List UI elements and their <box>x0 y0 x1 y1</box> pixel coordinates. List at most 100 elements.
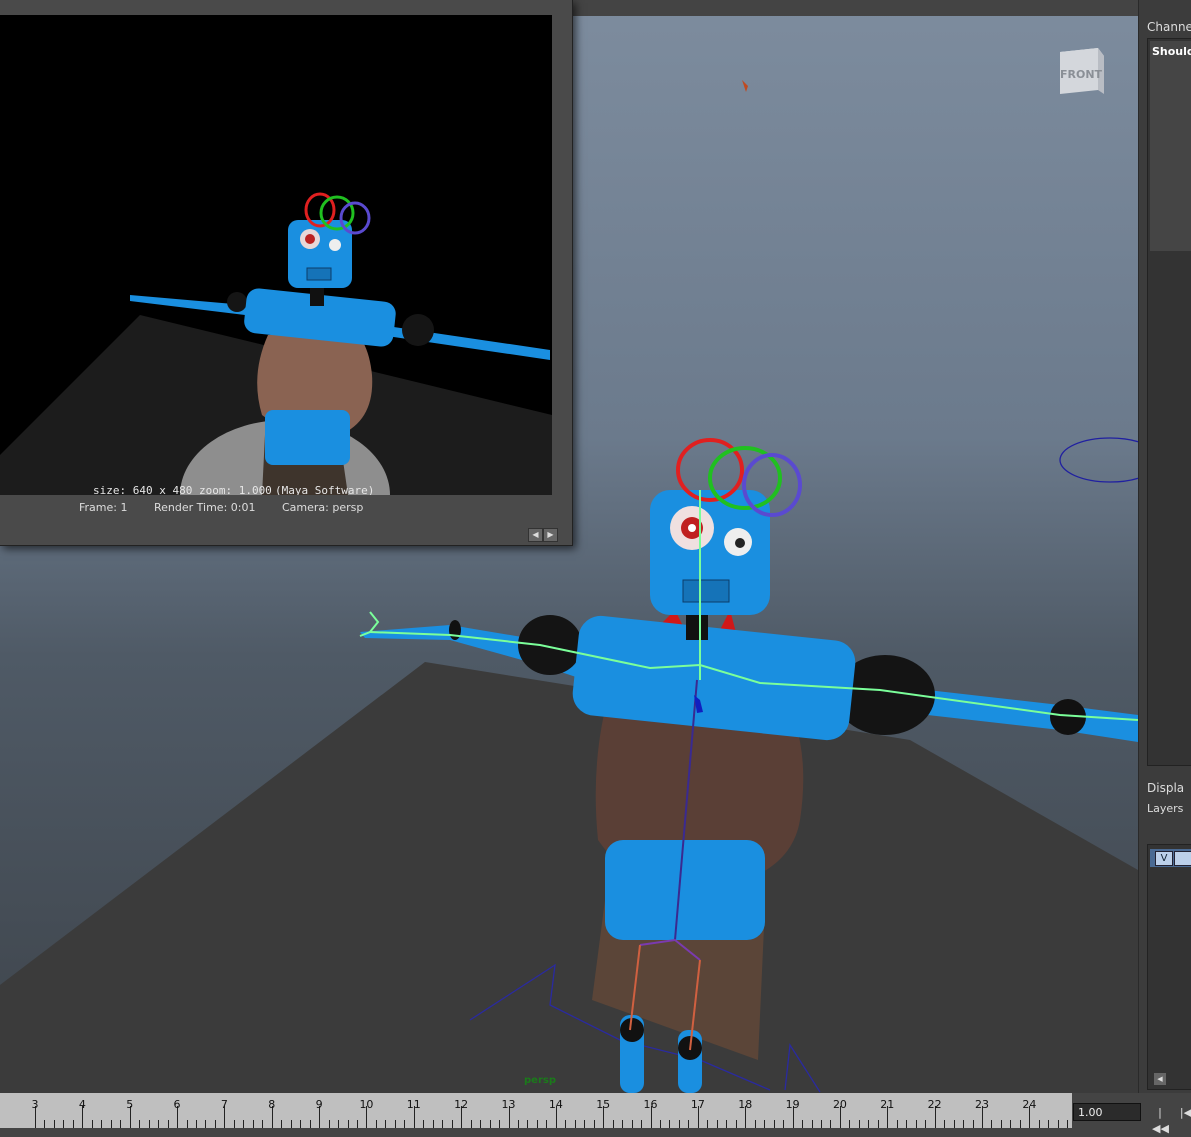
arrow-right-icon[interactable]: ▶ <box>543 528 558 542</box>
channel-box-tab[interactable]: Channe <box>1147 20 1191 34</box>
timeline-minor-tick <box>821 1120 822 1128</box>
channel-box[interactable]: Shoulde <box>1147 38 1191 766</box>
timeline-minor-tick <box>290 1120 292 1128</box>
timeline-minor-tick <box>480 1120 482 1128</box>
timeline-minor-tick <box>802 1120 804 1128</box>
timeline-minor-tick <box>660 1120 662 1128</box>
timeline-minor-tick <box>63 1120 65 1128</box>
timeline-minor-tick <box>110 1120 112 1128</box>
timeline-minor-tick <box>707 1120 709 1128</box>
timeline-tick-label: 14 <box>548 1098 563 1111</box>
timeline-tick-label: 23 <box>975 1098 989 1111</box>
timeline-minor-tick <box>546 1120 548 1128</box>
timeline-minor-tick <box>877 1120 879 1128</box>
timeline-tick-label: 24 <box>1022 1098 1037 1111</box>
timeline-minor-tick <box>896 1120 898 1128</box>
timeline-minor-tick <box>262 1120 264 1128</box>
timeline-minor-tick <box>53 1120 55 1128</box>
timeline-minor-tick <box>631 1120 633 1128</box>
timeline-minor-tick <box>243 1120 245 1128</box>
render-camera-label: Camera: persp <box>282 501 364 514</box>
layer-row[interactable]: V <box>1150 849 1191 867</box>
viewcube-icon[interactable]: FRONT <box>1054 44 1106 100</box>
timeline-minor-tick <box>375 1120 377 1128</box>
render-frame-label: Frame: 1 <box>79 501 128 514</box>
timeline-minor-tick <box>139 1120 141 1128</box>
render-view-window[interactable]: size: 640 x 480 zoom: 1.000 (Maya Softwa… <box>0 0 573 546</box>
timeline-minor-tick <box>451 1120 453 1128</box>
timeline-tick-label: 3 <box>31 1098 39 1111</box>
timeline-tick-label: 8 <box>268 1098 276 1111</box>
layer-list[interactable]: V ◀ <box>1147 844 1191 1090</box>
display-layer-tab[interactable]: Displa <box>1147 781 1191 795</box>
layers-menu[interactable]: Layers <box>1147 802 1191 815</box>
render-size-label: size: 640 x 480 zoom: 1.000 <box>93 484 272 495</box>
layer-visibility-toggle[interactable]: V <box>1155 851 1173 866</box>
timeline-minor-tick <box>972 1120 974 1128</box>
timeline-minor-tick <box>773 1120 775 1128</box>
selected-object-name[interactable]: Shoulde <box>1152 45 1191 58</box>
renderer-label: (Maya Software) <box>275 484 375 495</box>
arrow-left-icon[interactable]: ◀ <box>528 528 543 542</box>
timeline-minor-tick <box>44 1120 46 1128</box>
scroll-left-icon[interactable]: ◀ <box>1154 1073 1166 1085</box>
timeline-tick-label: 11 <box>406 1098 421 1111</box>
timeline-minor-tick <box>574 1120 576 1128</box>
timeline-minor-tick <box>612 1120 614 1128</box>
timeline-minor-tick <box>205 1120 207 1128</box>
timeline-minor-tick <box>764 1120 766 1128</box>
timeline-minor-tick <box>300 1120 302 1128</box>
channel-highlight <box>1150 41 1191 251</box>
timeline-minor-tick <box>754 1120 756 1128</box>
timeline-minor-tick <box>499 1120 501 1128</box>
step-back-icon[interactable]: |◀ <box>1178 1105 1191 1121</box>
timeline-tick-label: 6 <box>173 1098 181 1111</box>
timeline-minor-tick <box>309 1120 311 1128</box>
timeline-tick-label: 16 <box>643 1098 658 1111</box>
head-control-blue <box>742 453 802 517</box>
timeline-tick-label: 18 <box>738 1098 753 1111</box>
timeline-minor-tick <box>527 1120 529 1128</box>
timeline-minor-tick <box>953 1120 955 1128</box>
timeline-minor-tick <box>347 1120 349 1128</box>
timeline-tick-label: 15 <box>596 1098 611 1111</box>
timeline-minor-tick <box>830 1120 832 1128</box>
time-slider[interactable]: 3 4 5 6 7 8 9 10 11 12 13 14 15 16 17 18 19 20 21 22 23 24 <box>0 1093 1072 1128</box>
timeline-minor-tick <box>593 1120 595 1128</box>
timeline-minor-tick <box>404 1120 406 1128</box>
right-side-panel: Channe Shoulde Displa Layers V ◀ <box>1138 0 1191 1128</box>
timeline-minor-tick <box>849 1120 851 1128</box>
timeline-minor-tick <box>91 1120 93 1128</box>
timeline-minor-tick <box>811 1120 813 1128</box>
timeline-minor-tick <box>470 1120 472 1128</box>
timeline-minor-tick <box>442 1120 444 1128</box>
camera-name-label: persp <box>524 1075 556 1086</box>
timeline-tick-label: 9 <box>315 1098 323 1111</box>
timeline-minor-tick <box>252 1120 254 1128</box>
timeline-minor-tick <box>1048 1120 1050 1128</box>
timeline-minor-tick <box>678 1120 680 1128</box>
current-frame-field[interactable]: 1.00 <box>1073 1103 1141 1121</box>
timeline-tick-label: 21 <box>880 1098 895 1111</box>
timeline-tick-label: 20 <box>832 1098 847 1111</box>
timeline-minor-tick <box>148 1120 150 1128</box>
timeline-minor-tick <box>517 1120 519 1128</box>
timeline-minor-tick <box>489 1120 491 1128</box>
robot-mouth <box>682 579 730 603</box>
render-scene <box>0 192 552 495</box>
timeline-tick-label: 10 <box>359 1098 374 1111</box>
timeline-minor-tick <box>423 1120 425 1128</box>
timeline-minor-tick <box>158 1120 160 1128</box>
timeline-minor-tick <box>735 1120 737 1128</box>
shoulder-ball-left <box>518 615 582 675</box>
timeline-minor-tick <box>641 1120 643 1128</box>
layer-template-toggle[interactable] <box>1174 851 1191 866</box>
skip-to-start-icon[interactable]: |◀◀ <box>1152 1105 1169 1135</box>
timeline-minor-tick <box>622 1120 624 1128</box>
timeline-minor-tick <box>783 1120 785 1128</box>
control-curve-right <box>1059 437 1138 483</box>
timeline-tick-label: 7 <box>220 1098 228 1111</box>
timeline-minor-tick <box>1067 1120 1069 1128</box>
timeline-minor-tick <box>186 1120 188 1128</box>
timeline-minor-tick <box>688 1120 690 1128</box>
